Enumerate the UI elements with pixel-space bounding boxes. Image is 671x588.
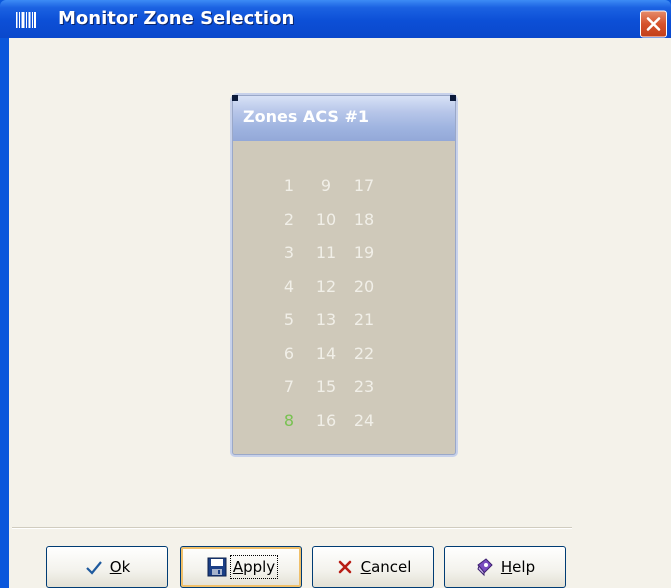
apply-button[interactable]: Apply [180,546,302,588]
zones-panel-title: Zones ACS #1 [243,107,369,126]
checkmark-icon [85,561,102,575]
apply-mnemonic: A [232,558,244,576]
button-separator [12,527,572,529]
zone-13[interactable]: 13 [306,310,346,330]
cancel-button-label: Cancel [361,558,412,576]
save-disk-icon [207,557,227,577]
zone-10[interactable]: 10 [306,210,346,230]
help-button-label: Help [501,558,535,576]
zone-1[interactable]: 1 [269,176,309,196]
zone-12[interactable]: 12 [306,277,346,297]
zone-21[interactable]: 21 [344,310,384,330]
zone-7[interactable]: 7 [269,377,309,397]
zone-19[interactable]: 19 [344,243,384,263]
panel-corner-left [232,95,238,101]
ok-button-label: Ok [110,558,131,576]
zone-9[interactable]: 9 [306,176,346,196]
zone-2[interactable]: 2 [269,210,309,230]
zone-18[interactable]: 18 [344,210,384,230]
cancel-mnemonic: C [360,558,372,576]
close-button[interactable] [640,10,667,38]
ok-button[interactable]: Ok [46,546,168,588]
zone-23[interactable]: 23 [344,377,384,397]
dialog-window: Monitor Zone Selection Zones ACS #1 1234… [0,0,671,588]
zone-4[interactable]: 4 [269,277,309,297]
zones-panel-header: Zones ACS #1 [233,96,455,141]
apply-button-label: Apply [229,555,279,579]
zones-panel: Zones ACS #1 1 2 3 4 5 6 7 8 9 10 11 12 13 14 15 16 17 18… [232,95,456,455]
title-bar[interactable]: Monitor Zone Selection [0,0,671,38]
help-button[interactable]: Help [444,546,566,588]
ok-label-rest: k [121,558,131,576]
zone-16[interactable]: 16 [306,411,346,431]
close-icon [646,17,661,31]
ok-mnemonic: O [109,558,122,576]
cancel-button[interactable]: Cancel [312,546,434,588]
zone-8[interactable]: 8 [269,411,309,431]
zone-22[interactable]: 22 [344,344,384,364]
zone-5[interactable]: 5 [269,310,309,330]
x-mark-icon [338,560,351,574]
app-barcode-icon [16,12,36,28]
zone-6[interactable]: 6 [269,344,309,364]
help-mnemonic: H [500,558,513,576]
zone-15[interactable]: 15 [306,377,346,397]
apply-label-rest: pply [243,558,276,576]
zone-17[interactable]: 17 [344,176,384,196]
help-label-rest: elp [512,558,536,576]
zone-24[interactable]: 24 [344,411,384,431]
help-book-icon [477,558,493,577]
zone-11[interactable]: 11 [306,243,346,263]
panel-corner-right [450,95,456,101]
zone-3[interactable]: 3 [269,243,309,263]
cancel-label-rest: ancel [371,558,412,576]
zone-14[interactable]: 14 [306,344,346,364]
zone-20[interactable]: 20 [344,277,384,297]
window-title: Monitor Zone Selection [58,8,295,29]
